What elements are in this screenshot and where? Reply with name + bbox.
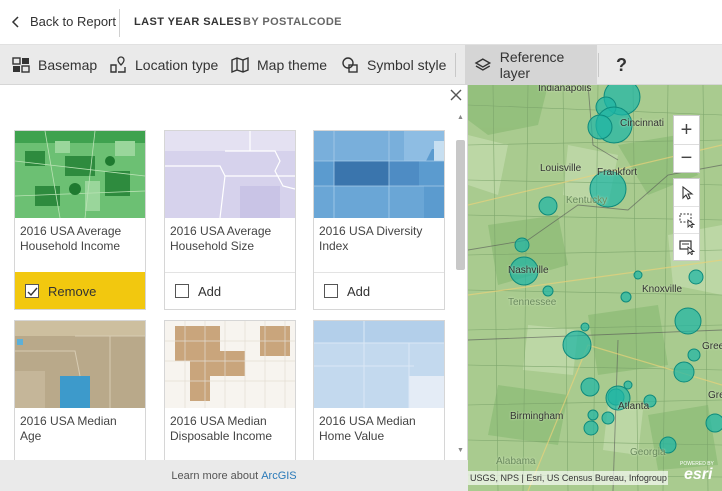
city-label: Cincinnati [620,118,664,129]
zoom-out-button[interactable]: − [674,144,699,172]
grid-map-icon [12,57,30,73]
checkbox-unchecked[interactable] [324,284,338,298]
city-label: Indianapolis [538,85,592,94]
city-label: Louisville [540,163,582,174]
checkbox-unchecked[interactable] [175,284,189,298]
scroll-thumb[interactable] [456,140,465,270]
map-canvas[interactable]: Indianapolis Cincinnati Louisville Frank… [468,85,722,491]
panel-footer: Learn more about ArcGIS [0,460,468,491]
layer-card-diversity-index[interactable]: 2016 USA Diversity Index Add [313,130,445,310]
zoom-controls: + − [673,115,700,173]
add-layer-toggle[interactable]: Add [314,272,444,309]
add-label: Add [347,283,371,299]
median-age-thumbnail [15,321,145,408]
city-label: Knoxville [642,284,683,295]
basemap-label: Basemap [38,57,98,73]
city-label: Frankfort [597,167,638,178]
header-divider [119,9,120,37]
scroll-down-icon[interactable]: ▼ [456,446,465,455]
layer-card-disposable-income[interactable]: 2016 USA Median Disposable Income [164,320,296,460]
median-home-value-thumbnail [314,321,444,408]
location-pin-icon [110,56,126,73]
footer-text: Learn more about [171,469,259,482]
select-pointer-button[interactable] [674,179,699,206]
map-theme-button[interactable]: Map theme [231,45,327,85]
close-icon [450,89,462,101]
reference-layer-button[interactable]: Reference layer [465,45,597,85]
region-label: Kentucky [566,195,608,206]
remove-label: Remove [48,283,97,299]
cursor-arrow-icon [681,185,694,200]
region-label: Alabama [496,456,536,467]
basemap-button[interactable]: Basemap [12,45,97,85]
back-arrow-icon [11,15,19,28]
city-label: Gree [702,341,722,352]
zoom-in-button[interactable]: + [674,116,699,144]
layer-card-household-income[interactable]: 2016 USA Average Household Income Remove [14,130,146,310]
rectangle-select-button[interactable] [674,206,699,233]
report-header: Back to Report LAST YEAR SALES BY POSTAL… [0,0,722,45]
map-attribution: USGS, NPS | Esri, US Census Bureau, Info… [468,471,668,485]
city-label: Greenville [708,390,722,401]
rectangle-select-icon [679,213,695,228]
layer-card-median-home-value[interactable]: 2016 USA Median Home Value [313,320,445,460]
add-label: Add [198,283,222,299]
scroll-up-icon[interactable]: ▲ [456,113,465,122]
toolbar-divider [455,53,456,77]
add-layer-toggle[interactable]: Add [165,272,295,309]
card-title: 2016 USA Average Household Size [170,224,272,253]
tab-last-year-sales[interactable]: LAST YEAR SALES [134,16,242,28]
region-label: Tennessee [508,297,557,308]
layer-card-median-age[interactable]: 2016 USA Median Age [14,320,146,460]
location-type-label: Location type [135,57,219,73]
reference-layer-panel: ▲ ▼ 2016 USA Average Household Income Re… [0,85,468,460]
remove-layer-toggle[interactable]: Remove [15,272,145,309]
household-size-thumbnail [165,131,295,218]
help-icon: ? [616,54,627,75]
symbol-style-label: Symbol style [367,57,447,73]
map-toolbar: Basemap Location type Map theme Symbol s… [0,45,722,85]
region-label: Georgia [630,447,666,458]
city-label: Birmingham [510,411,564,422]
card-title: 2016 USA Median Home Value [319,414,416,443]
back-to-report-button[interactable]: Back to Report [10,14,116,29]
household-income-thumbnail [15,131,145,218]
card-title: 2016 USA Median Disposable Income [170,414,273,443]
diversity-index-thumbnail [314,131,444,218]
checkbox-checked[interactable] [25,284,39,298]
card-title: 2016 USA Average Household Income [20,224,122,253]
toolbar-divider-2 [598,53,599,77]
card-title: 2016 USA Median Age [20,414,117,443]
city-label: Nashville [508,265,549,276]
map-theme-label: Map theme [257,57,328,73]
layer-card-household-size[interactable]: 2016 USA Average Household Size Add [164,130,296,310]
reference-select-button[interactable] [674,233,699,260]
shapes-icon [342,57,358,73]
reference-layer-label: Reference layer [499,49,565,81]
help-button[interactable]: ? [616,45,627,85]
tab-by-postalcode[interactable]: BY POSTALCODE [243,16,342,28]
panel-scrollbar[interactable]: ▲ ▼ [455,110,466,455]
card-title: 2016 USA Diversity Index [319,224,423,253]
location-type-button[interactable]: Location type [109,45,218,85]
back-label: Back to Report [30,14,116,29]
symbol-style-button[interactable]: Symbol style [341,45,446,85]
selection-tools [673,178,700,261]
layers-icon [474,58,492,71]
layer-select-icon [678,240,695,255]
esri-logo: esri [684,466,713,483]
arcgis-link[interactable]: ArcGIS [261,470,296,482]
city-label: Atlanta [618,401,650,412]
close-panel-button[interactable] [449,88,465,104]
folded-map-icon [231,56,249,74]
checkmark-icon [27,287,38,296]
disposable-income-thumbnail [165,321,295,408]
